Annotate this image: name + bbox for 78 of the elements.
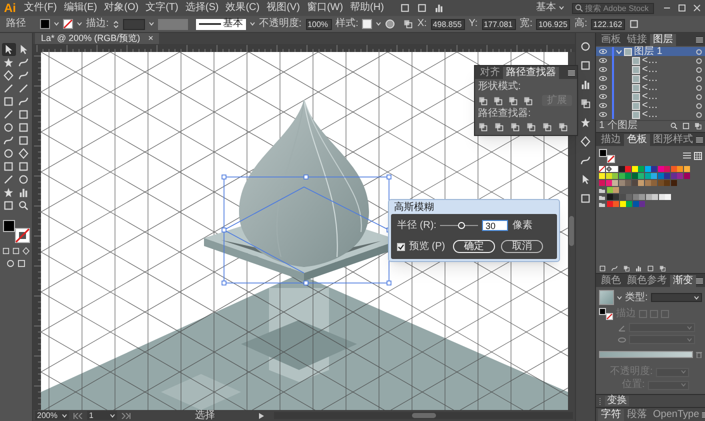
layer-name: <… <box>642 83 659 92</box>
panel-tab[interactable]: 图层 <box>650 34 676 46</box>
layer-row[interactable]: <… <box>596 92 705 101</box>
document-title: La* @ 200% (RGB/预览) <box>41 34 140 43</box>
input-field[interactable]: 100% <box>306 18 332 30</box>
field-label: X: <box>417 19 427 29</box>
panel-tab[interactable]: 字符 <box>598 409 624 421</box>
field-label: 宽: <box>520 19 532 29</box>
transform-panel-header[interactable]: 变换 <box>596 394 705 407</box>
layer-row[interactable]: <… <box>596 74 705 83</box>
input-field[interactable]: 106.925 <box>536 18 570 30</box>
radius-input[interactable]: 30 <box>482 220 508 231</box>
menu-item[interactable]: 选择(S) <box>182 3 222 13</box>
field-label: 高: <box>574 19 588 29</box>
app-logo: Ai <box>3 2 17 14</box>
menu-item[interactable]: 帮助(H) <box>347 3 387 13</box>
object-type-label: 路径 <box>6 19 26 29</box>
field-label: 半径 (R): <box>397 220 436 230</box>
zoom-field[interactable]: 200% <box>35 411 69 420</box>
menu-item[interactable]: 效果(C) <box>222 3 263 13</box>
checkbox-label: 预览 (P) <box>409 242 446 252</box>
field-label: 描边: <box>86 19 109 29</box>
menu-item[interactable]: 文字(T) <box>142 3 182 13</box>
panel-tab[interactable]: 色板 <box>624 134 650 146</box>
layer-name: <… <box>642 110 659 119</box>
dialog-title: 高斯模糊 <box>393 202 435 214</box>
panel-tab[interactable]: 画板 <box>598 34 624 46</box>
layer-row[interactable]: 图层 1 <box>596 47 705 56</box>
dialog-button[interactable]: 取消 <box>501 240 544 253</box>
menu-item[interactable]: 对象(O) <box>101 3 142 13</box>
field-label: 类型: <box>625 292 648 302</box>
menu-item[interactable]: 编辑(E) <box>60 3 100 13</box>
panel-tab[interactable]: 图形样式 <box>650 134 696 146</box>
panel-tab[interactable]: 渐变 <box>670 275 696 287</box>
artboard-number: 1 <box>89 412 94 420</box>
menu-item[interactable]: 窗口(W) <box>304 3 346 13</box>
workspace-switcher[interactable]: 基本 <box>533 3 567 13</box>
panel-tab[interactable]: 描边 <box>598 134 624 146</box>
current-tool-label: 选择 <box>195 410 215 420</box>
search-field[interactable]: 搜索 Adobe Stock <box>572 2 654 14</box>
artboard-field[interactable]: 1 <box>87 411 117 420</box>
close-button[interactable]: × <box>148 34 154 43</box>
field-label: 样式: <box>336 19 358 29</box>
layer-row[interactable]: <… <box>596 83 705 92</box>
layer-name: <… <box>642 56 659 65</box>
panel-tab[interactable]: 链接 <box>624 34 650 46</box>
panel-tab[interactable]: 颜色 <box>598 275 624 287</box>
panel-tab[interactable]: 路径查找器 <box>503 67 559 79</box>
section-label: 路径查找器: <box>478 109 532 119</box>
layer-row[interactable]: <… <box>596 65 705 74</box>
input-field[interactable]: 498.855 <box>430 18 465 30</box>
menu-item[interactable]: 文件(F) <box>21 3 60 13</box>
section-label: 形状模式: <box>478 82 522 92</box>
panel-tab[interactable]: 颜色参考 <box>624 275 670 287</box>
brush-name: 基本 <box>222 19 243 29</box>
field-label: 不透明度: <box>258 19 302 29</box>
panel-tab[interactable]: 段落 <box>624 409 650 421</box>
document-tab[interactable]: La* @ 200% (RGB/预览) × <box>35 33 160 44</box>
field-label: Y: <box>468 19 478 29</box>
layer-row[interactable]: <… <box>596 56 705 65</box>
input-field[interactable]: 177.081 <box>482 18 516 30</box>
layer-row[interactable]: <… <box>596 101 705 110</box>
zoom-value: 200% <box>37 412 58 420</box>
layer-name: <… <box>642 65 659 74</box>
brush-field[interactable]: 基本 <box>196 18 246 30</box>
panel-title: 变换 <box>605 396 629 406</box>
layer-count: 1 个图层 <box>599 121 638 131</box>
input-field[interactable]: 122.162 <box>591 18 626 30</box>
dialog-button[interactable]: 确定 <box>453 240 496 253</box>
menu-item[interactable]: 视图(V) <box>264 3 303 13</box>
panel-tab[interactable]: OpenType <box>650 409 702 421</box>
layer-name: <… <box>642 101 659 110</box>
panel-tab[interactable]: 对齐 <box>477 67 503 79</box>
layer-name: <… <box>642 92 659 101</box>
layer-name: <… <box>642 74 659 83</box>
unit-label: 像素 <box>512 220 532 230</box>
layer-row[interactable]: <… <box>596 110 705 119</box>
layer-name: 图层 1 <box>634 47 664 56</box>
